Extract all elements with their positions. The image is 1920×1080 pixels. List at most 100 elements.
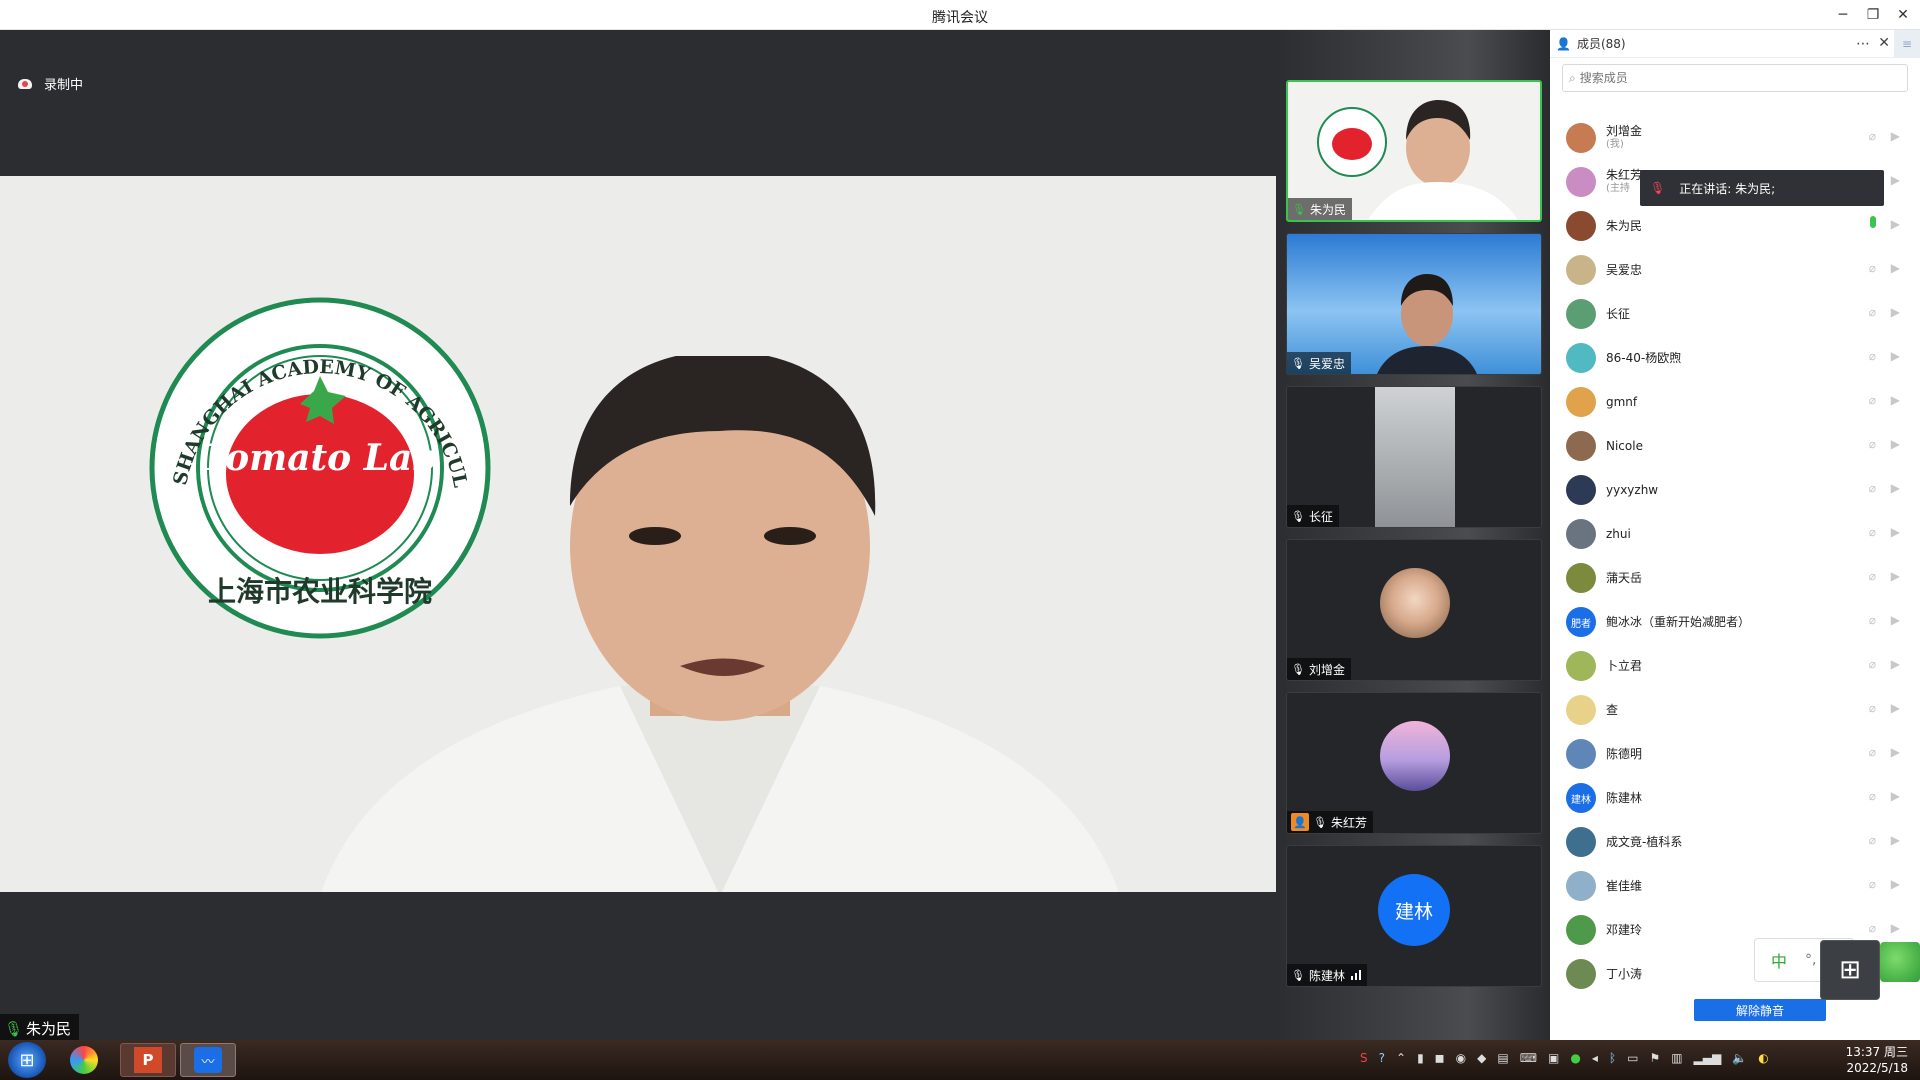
power-icon[interactable]: ◐ — [1758, 1051, 1768, 1065]
camera-off-icon[interactable]: ▶ — [1891, 305, 1900, 319]
taskbar-app-photos[interactable] — [56, 1043, 112, 1077]
wechat-icon[interactable]: ● — [1570, 1051, 1580, 1065]
mic-muted-icon[interactable]: ⌀ — [1869, 525, 1876, 539]
network-tray-icon[interactable]: ▭ — [1627, 1051, 1638, 1065]
member-name: yyxyzhw — [1606, 483, 1659, 497]
camera-off-icon[interactable]: ▶ — [1891, 657, 1900, 671]
member-row[interactable]: Nicole ⌀ ▶ — [1566, 424, 1906, 468]
member-row[interactable]: 卜立君 ⌀ ▶ — [1566, 644, 1906, 688]
panel-menu-icon[interactable]: ≡ — [1894, 30, 1920, 58]
mic-muted-icon[interactable]: ⌀ — [1869, 129, 1876, 143]
flag-icon[interactable]: ⚑ — [1649, 1051, 1660, 1065]
camera-off-icon[interactable]: ▶ — [1891, 745, 1900, 759]
signal-icon[interactable]: ▂▄▆ — [1694, 1051, 1722, 1065]
mic-muted-icon[interactable]: ⌀ — [1869, 613, 1876, 627]
member-row[interactable]: gmnf ⌀ ▶ — [1566, 380, 1906, 424]
member-row[interactable]: 崔佳维 ⌀ ▶ — [1566, 864, 1906, 908]
add-file-button[interactable]: ⊞ — [1820, 940, 1880, 1000]
gallery-tile[interactable]: 🎙 刘增金 — [1286, 539, 1542, 681]
gallery-tile[interactable]: 建林 🎙 陈建林 — [1286, 845, 1542, 987]
camera-off-icon[interactable]: ▶ — [1891, 349, 1900, 363]
camera-off-icon[interactable]: ▶ — [1891, 613, 1900, 627]
start-button[interactable]: ⊞ — [8, 1042, 46, 1078]
member-row[interactable]: 长征 ⌀ ▶ — [1566, 292, 1906, 336]
taskbar-app-powerpoint[interactable]: P — [120, 1043, 176, 1077]
search-input[interactable] — [1579, 71, 1880, 85]
camera-off-icon[interactable]: ▶ — [1891, 789, 1900, 803]
camera-off-icon[interactable]: ▶ — [1891, 877, 1900, 891]
camera-off-icon[interactable]: ▶ — [1891, 701, 1900, 715]
member-row[interactable]: 成文竟-植科系 ⌀ ▶ — [1566, 820, 1906, 864]
mic-muted-icon[interactable]: ⌀ — [1869, 305, 1876, 319]
display-icon[interactable]: ▣ — [1548, 1051, 1559, 1065]
member-row[interactable]: 86-40-杨欧煦 ⌀ ▶ — [1566, 336, 1906, 380]
member-row[interactable]: zhui ⌀ ▶ — [1566, 512, 1906, 556]
member-row[interactable]: 查 ⌀ ▶ — [1566, 688, 1906, 732]
help-icon[interactable]: ? — [1379, 1051, 1385, 1065]
taskbar-app-tencent-meeting[interactable]: 〰 — [180, 1043, 236, 1077]
mic-muted-icon[interactable]: ⌀ — [1869, 745, 1876, 759]
arrow-icon[interactable]: ◂ — [1592, 1051, 1598, 1065]
sogou-icon[interactable]: S — [1360, 1051, 1368, 1065]
member-row[interactable]: 蒲天岳 ⌀ ▶ — [1566, 556, 1906, 600]
gallery-tile[interactable]: 🎙 吴爱忠 — [1286, 233, 1542, 375]
camera-off-icon[interactable]: ▶ — [1891, 261, 1900, 275]
mic-muted-icon[interactable]: ⌀ — [1869, 833, 1876, 847]
more-icon[interactable]: ⋯ — [1856, 36, 1870, 52]
camera-off-icon[interactable]: ▶ — [1891, 833, 1900, 847]
ime-punct[interactable]: °, — [1805, 952, 1816, 968]
leaf-widget-icon[interactable] — [1880, 942, 1920, 982]
unmute-all-button[interactable]: 解除静音 — [1694, 999, 1826, 1021]
member-row[interactable]: 吴爱忠 ⌀ ▶ — [1566, 248, 1906, 292]
tray-expand-icon[interactable]: ⌃ — [1396, 1051, 1406, 1065]
security-icon[interactable]: ◆ — [1477, 1051, 1486, 1065]
keyboard-icon[interactable]: ⌨ — [1520, 1051, 1537, 1065]
meeting-tray-icon[interactable]: ▤ — [1497, 1051, 1508, 1065]
gallery-tile[interactable]: 🎙 朱为民 — [1286, 80, 1542, 222]
camera-off-icon[interactable]: ▶ — [1891, 393, 1900, 407]
camera-off-icon[interactable]: ▶ — [1891, 129, 1900, 143]
mic-muted-icon[interactable]: ⌀ — [1869, 437, 1876, 451]
mic-active-icon[interactable] — [1870, 216, 1876, 228]
minimize-button[interactable]: ─ — [1828, 0, 1858, 30]
mic-muted-icon[interactable]: ⌀ — [1869, 393, 1876, 407]
app-tray-icon[interactable]: ◼ — [1435, 1051, 1445, 1065]
member-name: 崔佳维 — [1606, 879, 1643, 893]
gallery-tile[interactable]: 👤 🎙 朱红芳 — [1286, 692, 1542, 834]
mic-muted-icon[interactable]: ⌀ — [1869, 261, 1876, 275]
mic-muted-icon[interactable]: ⌀ — [1869, 349, 1876, 363]
mic-muted-icon[interactable]: ⌀ — [1869, 877, 1876, 891]
mic-muted-icon[interactable]: ⌀ — [1869, 789, 1876, 803]
camera-off-icon[interactable]: ▶ — [1891, 525, 1900, 539]
member-row[interactable]: 肥者 鲍冰冰（重新开始减肥者） ⌀ ▶ — [1566, 600, 1906, 644]
mic-muted-icon[interactable]: ⌀ — [1869, 657, 1876, 671]
camera-off-icon[interactable]: ▶ — [1891, 569, 1900, 583]
member-row[interactable]: 建林 陈建林 ⌀ ▶ — [1566, 776, 1906, 820]
mic-muted-icon[interactable]: ⌀ — [1869, 921, 1876, 935]
member-search[interactable]: ⌕ — [1562, 64, 1908, 92]
mic-muted-icon[interactable]: ⌀ — [1869, 481, 1876, 495]
battery-icon[interactable]: ▮ — [1417, 1051, 1424, 1065]
clipboard-icon[interactable]: ▥ — [1671, 1051, 1682, 1065]
restore-button[interactable]: ❐ — [1858, 0, 1888, 30]
mic-muted-icon[interactable]: ⌀ — [1869, 569, 1876, 583]
ime-mode[interactable]: 中 — [1771, 948, 1787, 972]
member-row[interactable]: yyxyzhw ⌀ ▶ — [1566, 468, 1906, 512]
mic-muted-icon[interactable]: ⌀ — [1869, 701, 1876, 715]
bluetooth-icon[interactable]: ᛒ — [1609, 1051, 1616, 1065]
camera-off-icon[interactable]: ▶ — [1891, 173, 1900, 187]
speaker-video[interactable]: SHANGHAI ACADEMY OF AGRICULTURAL SCIENCE… — [0, 176, 1276, 892]
camera-off-icon[interactable]: ▶ — [1891, 437, 1900, 451]
member-row[interactable]: 陈德明 ⌀ ▶ — [1566, 732, 1906, 776]
member-row[interactable]: 朱为民 ▶ — [1566, 204, 1906, 248]
volume-icon[interactable]: 🔈 — [1732, 1051, 1747, 1065]
camera-off-icon[interactable]: ▶ — [1891, 481, 1900, 495]
close-button[interactable]: ✕ — [1888, 0, 1918, 30]
close-panel-icon[interactable]: ✕ — [1878, 35, 1890, 51]
clock[interactable]: 13:37 周三 2022/5/18 — [1846, 1044, 1908, 1076]
chrome-icon[interactable]: ◉ — [1456, 1051, 1466, 1065]
camera-off-icon[interactable]: ▶ — [1891, 217, 1900, 231]
camera-off-icon[interactable]: ▶ — [1891, 921, 1900, 935]
member-row[interactable]: 刘增金 (我) ⌀ ▶ — [1566, 116, 1906, 160]
gallery-tile[interactable]: 🎙 长征 — [1286, 386, 1542, 528]
